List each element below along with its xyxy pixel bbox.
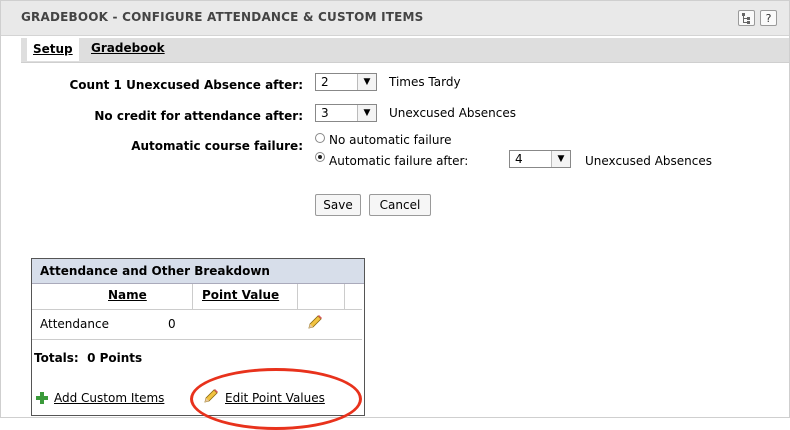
radio-no-failure[interactable] [315,133,325,143]
no-credit-label: No credit for attendance after: [94,109,303,123]
tab-bar: Setup Gradebook [21,38,789,63]
breakdown-title: Attendance and Other Breakdown [32,259,364,284]
no-credit-suffix: Unexcused Absences [389,106,517,120]
configure-attendance-window: GRADEBOOK - CONFIGURE ATTENDANCE & CUSTO… [0,0,790,418]
tree-icon[interactable] [738,10,755,26]
column-header-name[interactable]: Name [108,288,147,302]
header-divider [32,309,362,310]
add-custom-items-link[interactable]: Add Custom Items [54,391,164,405]
window-titlebar: GRADEBOOK - CONFIGURE ATTENDANCE & CUSTO… [1,1,789,36]
window-title: GRADEBOOK - CONFIGURE ATTENDANCE & CUSTO… [21,10,424,24]
no-failure-label: No automatic failure [329,133,452,147]
dropdown-arrow-icon: ▼ [551,151,570,167]
save-button[interactable]: Save [315,194,361,216]
cancel-button[interactable]: Cancel [369,194,431,216]
unexcused-label: Count 1 Unexcused Absence after: [69,78,304,92]
column-divider [344,284,345,310]
highlight-ring [190,368,362,430]
plus-icon[interactable] [36,392,48,404]
tab-setup[interactable]: Setup [27,38,79,61]
failure-count-value: 4 [515,152,523,166]
totals-text: Totals: 0 Points [34,351,143,365]
row-points: 0 [168,317,176,331]
tardy-count-select[interactable]: 2 ▼ [315,73,377,91]
no-credit-value: 3 [321,106,329,120]
dropdown-arrow-icon: ▼ [357,74,376,90]
dropdown-arrow-icon: ▼ [357,105,376,121]
radio-failure-after[interactable] [315,152,325,162]
tardy-count-value: 2 [321,75,329,89]
failure-suffix: Unexcused Absences [585,154,713,168]
failure-label: Automatic course failure: [131,139,303,153]
tardy-suffix: Times Tardy [389,75,461,89]
column-divider [192,284,193,310]
column-divider [297,284,298,310]
failure-count-select[interactable]: 4 ▼ [509,150,571,168]
pencil-icon[interactable] [306,313,324,334]
tab-gradebook[interactable]: Gradebook [91,41,165,55]
row-name: Attendance [40,317,109,331]
column-header-point-value[interactable]: Point Value [202,288,279,302]
failure-after-label: Automatic failure after: [329,154,469,168]
row-divider [32,339,362,340]
no-credit-select[interactable]: 3 ▼ [315,104,377,122]
help-icon[interactable]: ? [760,10,777,26]
